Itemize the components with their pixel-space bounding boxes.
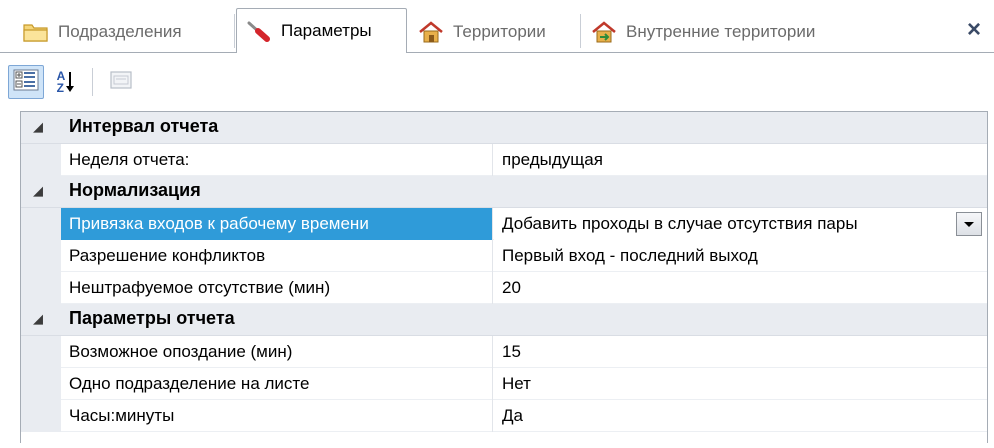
property-row[interactable]: Возможное опоздание (мин) 15: [21, 336, 987, 368]
property-grid: ◢ Интервал отчета Неделя отчета: предыду…: [20, 111, 988, 443]
tab-label: Внутренние территории: [626, 21, 816, 41]
category-row[interactable]: ◢ Нормализация: [21, 176, 987, 208]
property-value[interactable]: 15: [494, 336, 987, 368]
row-gutter: [21, 144, 61, 176]
collapse-triangle-icon[interactable]: ◢: [33, 183, 45, 199]
sort-alphabetical-button[interactable]: A Z: [48, 65, 84, 99]
category-row[interactable]: ◢ Параметры отчета: [21, 304, 987, 336]
tab-separator: [580, 14, 581, 48]
property-row[interactable]: Неделя отчета: предыдущая: [21, 144, 987, 176]
house-arrows-icon: [590, 20, 618, 44]
row-gutter: [21, 368, 61, 400]
tab-territories[interactable]: Территории: [409, 11, 546, 52]
property-name[interactable]: Разрешение конфликтов: [61, 240, 493, 272]
row-gutter: [21, 208, 61, 240]
sort-az-icon: A Z: [57, 70, 76, 94]
property-value[interactable]: Нет: [494, 368, 987, 400]
tab-subdivisions[interactable]: Подразделения: [14, 11, 182, 52]
property-row[interactable]: Нештрафуемое отсутствие (мин) 20: [21, 272, 987, 304]
property-value[interactable]: предыдущая: [494, 144, 987, 176]
tab-label: Подразделения: [58, 21, 182, 41]
folder-icon: [22, 20, 50, 44]
toolbar: A Z: [8, 62, 143, 102]
category-label: Интервал отчета: [69, 116, 219, 136]
row-gutter: [21, 272, 61, 304]
house-icon: [417, 20, 445, 44]
row-gutter: [21, 400, 61, 432]
tab-inner-territories[interactable]: Внутренние территории: [582, 11, 815, 52]
category-label: Параметры отчета: [69, 308, 235, 328]
property-row[interactable]: Часы:минуты Да: [21, 400, 987, 432]
screwdriver-icon: [245, 19, 273, 43]
tab-separator: [234, 14, 235, 48]
close-button[interactable]: ×: [962, 16, 986, 44]
collapse-triangle-icon[interactable]: ◢: [33, 311, 45, 327]
property-value[interactable]: Первый вход - последний выход: [494, 240, 987, 272]
property-row-selected[interactable]: Привязка входов к рабочему времени Добав…: [21, 208, 987, 240]
categorized-icon: [13, 68, 39, 97]
property-name[interactable]: Неделя отчета:: [61, 144, 493, 176]
property-value[interactable]: 20: [494, 272, 987, 304]
property-value[interactable]: Да: [494, 400, 987, 432]
property-name[interactable]: Возможное опоздание (мин): [61, 336, 493, 368]
tab-label: Территории: [453, 21, 546, 41]
property-name[interactable]: Привязка входов к рабочему времени: [61, 208, 493, 240]
property-row[interactable]: Одно подразделение на листе Нет: [21, 368, 987, 400]
property-name[interactable]: Часы:минуты: [61, 400, 493, 432]
sort-letter-z: Z: [56, 81, 64, 95]
category-row[interactable]: ◢ Интервал отчета: [21, 112, 987, 144]
category-label: Нормализация: [69, 180, 201, 200]
tab-baseline: [0, 52, 994, 53]
property-pages-button[interactable]: [103, 65, 139, 99]
categorized-button[interactable]: [8, 65, 44, 99]
collapse-triangle-icon[interactable]: ◢: [33, 119, 45, 135]
tab-parameters[interactable]: Параметры: [236, 8, 407, 53]
row-gutter: [21, 240, 61, 272]
property-value-dropdown[interactable]: Добавить проходы в случае отсутствия пар…: [494, 208, 987, 240]
chevron-down-icon: [964, 221, 974, 227]
row-gutter: [21, 336, 61, 368]
tab-label: Параметры: [281, 21, 372, 40]
property-row[interactable]: Разрешение конфликтов Первый вход - посл…: [21, 240, 987, 272]
toolbar-separator: [92, 68, 93, 96]
tab-strip: Подразделения Параметры Территории Внутр…: [0, 0, 994, 53]
dropdown-button[interactable]: [956, 212, 982, 236]
property-name[interactable]: Нештрафуемое отсутствие (мин): [61, 272, 493, 304]
property-name[interactable]: Одно подразделение на листе: [61, 368, 493, 400]
property-pages-icon: [109, 69, 133, 96]
